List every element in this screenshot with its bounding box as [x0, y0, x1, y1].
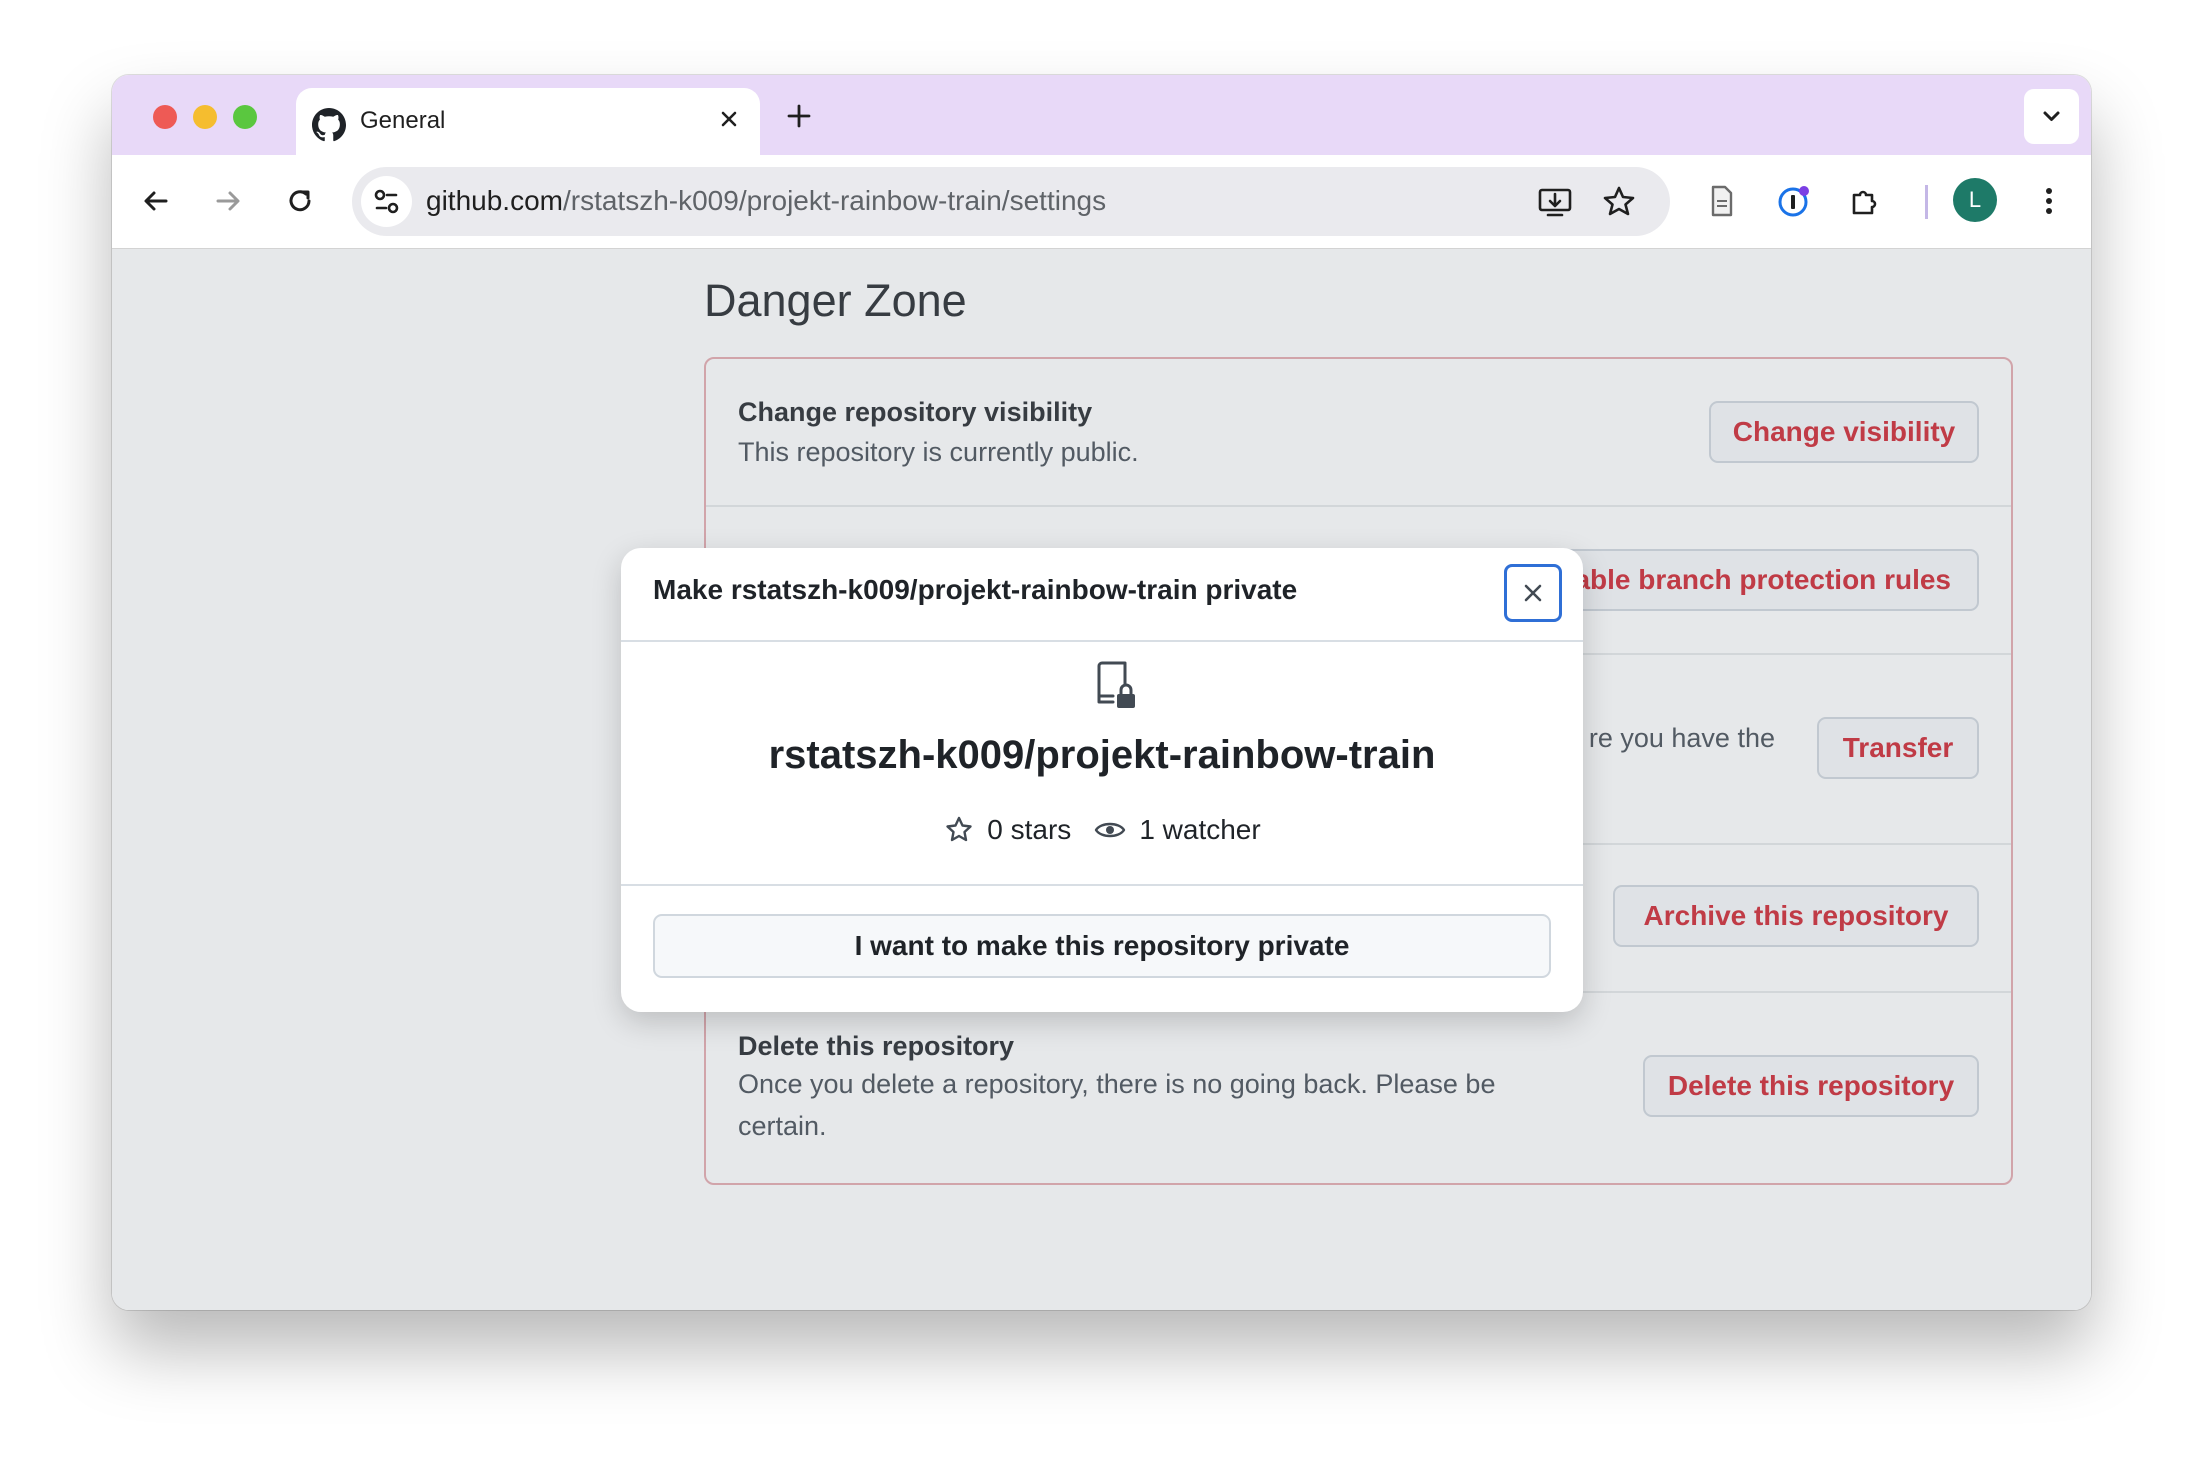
tab-general[interactable]: General — [296, 88, 760, 155]
dialog-close-button[interactable] — [1504, 564, 1562, 622]
profile-avatar[interactable]: L — [1953, 178, 1997, 222]
url-host: github.com — [426, 185, 563, 216]
watchers-stat: 1 watcher — [1093, 814, 1261, 846]
tab-bar: General — [112, 75, 2091, 155]
dialog-title: Make rstatszh-k009/projekt-rainbow-train… — [653, 574, 1298, 605]
repository-name: rstatszh-k009/projekt-rainbow-train — [768, 733, 1436, 777]
more-menu-icon[interactable] — [2029, 181, 2069, 221]
address-bar[interactable]: github.com/rstatszh-k009/projekt-rainbow… — [352, 167, 1670, 236]
close-icon — [1524, 584, 1542, 602]
github-icon — [312, 108, 346, 142]
dialog-footer-divider — [621, 884, 1583, 886]
extensions-puzzle-icon[interactable] — [1845, 181, 1885, 221]
repository-stats: 0 stars 1 watcher — [621, 814, 1583, 846]
toolbar-divider — [1925, 185, 1928, 219]
reload-icon[interactable] — [280, 181, 320, 221]
make-private-dialog: Make rstatszh-k009/projekt-rainbow-train… — [621, 548, 1583, 1012]
browser-toolbar: github.com/rstatszh-k009/projekt-rainbow… — [112, 155, 2091, 249]
new-tab-icon[interactable] — [782, 99, 816, 133]
confirm-make-private-button[interactable]: I want to make this repository private — [653, 914, 1551, 978]
reading-list-icon[interactable] — [1701, 181, 1741, 221]
stars-count: 0 stars — [987, 814, 1072, 845]
password-manager-icon[interactable] — [1773, 181, 1813, 221]
site-settings-button[interactable] — [361, 176, 412, 227]
install-app-icon[interactable] — [1536, 183, 1574, 221]
dialog-header-divider — [621, 640, 1583, 642]
stars-stat: 0 stars — [943, 814, 1071, 846]
repo-locked-icon — [1097, 661, 1135, 708]
chevron-down-icon — [2043, 111, 2060, 121]
tab-search-button[interactable] — [2024, 89, 2079, 144]
back-arrow-icon[interactable] — [136, 181, 176, 221]
star-icon — [946, 816, 972, 842]
tab-title: General — [360, 107, 446, 134]
maximize-window-button[interactable] — [233, 105, 257, 129]
browser-window: General github.com/rstatszh-k009/projekt… — [112, 75, 2091, 1310]
forward-arrow-icon[interactable] — [208, 181, 248, 221]
tune-icon — [374, 189, 399, 214]
url-path: /rstatszh-k009/projekt-rainbow-train/set… — [562, 185, 1107, 216]
eye-icon — [1095, 822, 1126, 838]
close-tab-icon[interactable] — [714, 104, 744, 134]
minimize-window-button[interactable] — [193, 105, 217, 129]
watchers-count: 1 watcher — [1139, 814, 1261, 845]
close-window-button[interactable] — [153, 105, 177, 129]
url-text: github.com/rstatszh-k009/projekt-rainbow… — [426, 185, 1106, 217]
bookmark-star-icon[interactable] — [1600, 183, 1638, 221]
